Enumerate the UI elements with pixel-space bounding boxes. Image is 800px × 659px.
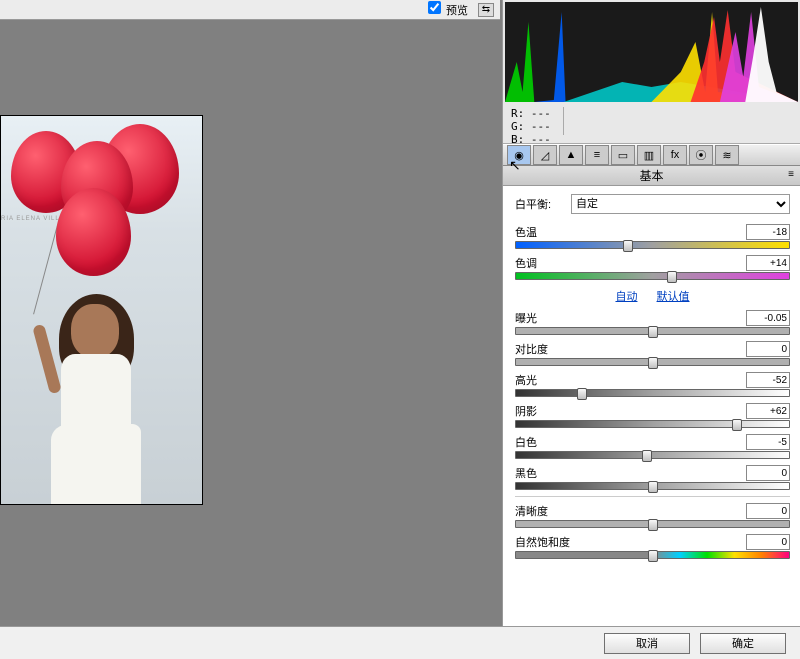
blacks-slider-row: 黑色 [515, 465, 790, 490]
tab-basic-icon[interactable]: ◉ [507, 145, 531, 165]
person [21, 294, 161, 504]
blacks-track[interactable] [515, 482, 790, 490]
histogram-svg [505, 2, 798, 102]
vibrance-label: 自然饱和度 [515, 534, 570, 550]
vibrance-input[interactable] [746, 534, 790, 550]
contrast-input[interactable] [746, 341, 790, 357]
vibrance-track[interactable] [515, 551, 790, 559]
temp-input[interactable] [746, 224, 790, 240]
preview-image[interactable]: RIA ELENA VILLAMIL [0, 115, 203, 505]
g-label: G: [511, 120, 524, 133]
r-value: --- [531, 107, 551, 120]
tab-split-icon[interactable]: ▭ [611, 145, 635, 165]
tab-detail-icon[interactable]: ▲ [559, 145, 583, 165]
shadows-track[interactable] [515, 420, 790, 428]
preview-label-text: 预览 [446, 5, 468, 17]
exposure-label: 曝光 [515, 310, 537, 326]
wb-label: 白平衡: [515, 196, 565, 212]
highlights-input[interactable] [746, 372, 790, 388]
tab-camera-icon[interactable]: ⦿ [689, 145, 713, 165]
tab-presets-icon[interactable]: ≋ [715, 145, 739, 165]
image-preview-pane: RIA ELENA VILLAMIL [0, 20, 500, 626]
contrast-slider-row: 对比度 [515, 341, 790, 366]
rgb-readout: R: --- G: --- B: --- [503, 104, 800, 144]
blacks-thumb[interactable] [648, 481, 658, 493]
contrast-label: 对比度 [515, 341, 548, 357]
clarity-label: 清晰度 [515, 503, 548, 519]
clarity-input[interactable] [746, 503, 790, 519]
white-balance-row: 白平衡: 自定 [515, 194, 790, 214]
temp-label: 色温 [515, 224, 537, 240]
shadows-input[interactable] [746, 403, 790, 419]
clarity-slider-row: 清晰度 [515, 503, 790, 528]
balloon [56, 188, 131, 276]
temp-track[interactable] [515, 241, 790, 249]
tint-input[interactable] [746, 255, 790, 271]
auto-link[interactable]: 自动 [615, 291, 637, 303]
contrast-track[interactable] [515, 358, 790, 366]
whites-track[interactable] [515, 451, 790, 459]
shadows-slider-row: 阴影 [515, 403, 790, 428]
auto-default-links: 自动 默认值 [515, 288, 790, 304]
highlights-slider-row: 高光 [515, 372, 790, 397]
highlights-label: 高光 [515, 372, 537, 388]
clarity-track[interactable] [515, 520, 790, 528]
tab-lens-icon[interactable]: ▥ [637, 145, 661, 165]
settings-scroll-area[interactable]: 白平衡: 自定 色温 色调 [503, 186, 800, 626]
blacks-label: 黑色 [515, 465, 537, 481]
exposure-slider-row: 曝光 [515, 310, 790, 335]
cancel-button[interactable]: 取消 [604, 633, 690, 654]
contrast-thumb[interactable] [648, 357, 658, 369]
divider [515, 496, 790, 497]
whites-input[interactable] [746, 434, 790, 450]
top-options-bar: 预览 ⇆ [0, 0, 500, 20]
exposure-track[interactable] [515, 327, 790, 335]
section-title-text: 基本 [639, 167, 663, 184]
photo-content: RIA ELENA VILLAMIL [1, 116, 202, 504]
section-header: 基本 ≡ [503, 166, 800, 186]
exposure-input[interactable] [746, 310, 790, 326]
vibrance-thumb[interactable] [648, 550, 658, 562]
r-label: R: [511, 107, 524, 120]
tint-track[interactable] [515, 272, 790, 280]
tint-thumb[interactable] [667, 271, 677, 283]
highlights-thumb[interactable] [577, 388, 587, 400]
histogram[interactable] [505, 2, 798, 102]
default-link[interactable]: 默认值 [657, 291, 690, 303]
preview-checkbox-label[interactable]: 预览 [428, 1, 468, 18]
rgb-separator [563, 107, 564, 135]
tab-hsl-icon[interactable]: ≡ [585, 145, 609, 165]
panel-menu-icon[interactable]: ≡ [788, 169, 794, 180]
vibrance-slider-row: 自然饱和度 [515, 534, 790, 559]
dialog-button-bar: 取消 确定 [0, 626, 800, 659]
tint-slider-row: 色调 [515, 255, 790, 280]
g-value: --- [531, 120, 551, 133]
whites-thumb[interactable] [642, 450, 652, 462]
tab-curve-icon[interactable]: ◿ [533, 145, 557, 165]
shadows-label: 阴影 [515, 403, 537, 419]
temp-thumb[interactable] [623, 240, 633, 252]
shadows-thumb[interactable] [732, 419, 742, 431]
whites-slider-row: 白色 [515, 434, 790, 459]
adjustments-panel: R: --- G: --- B: --- ◉ ◿ ▲ ≡ ▭ ▥ fx ⦿ ≋ … [502, 0, 800, 626]
whites-label: 白色 [515, 434, 537, 450]
temp-slider-row: 色温 [515, 224, 790, 249]
highlights-track[interactable] [515, 389, 790, 397]
panel-tabs: ◉ ◿ ▲ ≡ ▭ ▥ fx ⦿ ≋ ↖ [503, 144, 800, 166]
exposure-thumb[interactable] [648, 326, 658, 338]
ok-button[interactable]: 确定 [700, 633, 786, 654]
blacks-input[interactable] [746, 465, 790, 481]
wb-select[interactable]: 自定 [571, 194, 790, 214]
fullscreen-toggle-icon[interactable]: ⇆ [478, 3, 494, 17]
tab-fx-icon[interactable]: fx [663, 145, 687, 165]
preview-checkbox[interactable] [428, 1, 441, 14]
tint-label: 色调 [515, 255, 537, 271]
clarity-thumb[interactable] [648, 519, 658, 531]
